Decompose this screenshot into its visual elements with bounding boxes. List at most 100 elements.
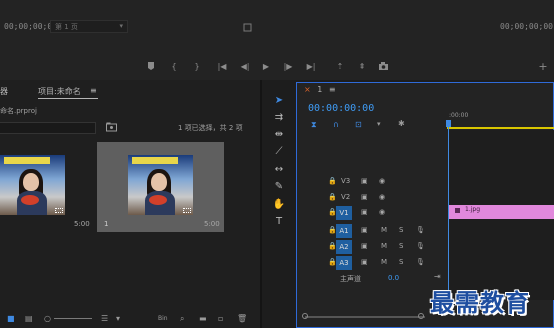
sync-lock-icon[interactable]: ▣ bbox=[361, 258, 368, 266]
sort-icon[interactable]: ☰ bbox=[101, 314, 108, 323]
delete-icon[interactable]: 🗑 bbox=[237, 314, 247, 323]
linked-selection-icon[interactable]: ⊡ bbox=[355, 120, 362, 129]
new-search-bin-icon[interactable] bbox=[106, 122, 117, 132]
tools-panel: ➤ ⇉ ⇹ ⟋ ↔ ✎ ✋ T bbox=[266, 80, 294, 328]
project-clip-item-selected[interactable]: 1 5:00 bbox=[97, 142, 224, 232]
scroll-handle-right[interactable] bbox=[418, 313, 424, 319]
microphone-icon[interactable]: 🎙 bbox=[416, 226, 425, 234]
track-header-a3: 🔒 A3 ▣ M S 🎙 bbox=[297, 255, 554, 271]
timeline-scrollbar[interactable] bbox=[305, 316, 425, 318]
freeform-view-icon[interactable]: ○ bbox=[44, 314, 51, 323]
new-bin-icon[interactable]: ▬ bbox=[199, 314, 207, 323]
mute-button[interactable]: M bbox=[381, 242, 387, 250]
scroll-handle-left[interactable] bbox=[302, 313, 308, 319]
step-back-icon[interactable]: ◀| bbox=[238, 61, 252, 73]
close-icon[interactable]: × bbox=[304, 85, 311, 94]
eye-icon[interactable]: ◉ bbox=[379, 177, 385, 185]
find-icon[interactable]: ⌕ bbox=[180, 314, 184, 324]
search-input[interactable] bbox=[0, 122, 96, 134]
track-header-a2: 🔒 A2 ▣ M S 🎙 bbox=[297, 239, 554, 255]
mute-button[interactable]: M bbox=[381, 226, 387, 234]
work-area-bar[interactable] bbox=[447, 127, 554, 129]
clip-thumbnail bbox=[128, 155, 193, 215]
master-volume-value[interactable]: 0.0 bbox=[388, 274, 399, 282]
microphone-icon[interactable]: 🎙 bbox=[416, 242, 425, 250]
slip-tool-icon[interactable]: ↔ bbox=[272, 163, 286, 177]
eye-icon[interactable]: ◉ bbox=[379, 208, 385, 216]
playhead[interactable] bbox=[446, 120, 451, 127]
clip-duration: 5:00 bbox=[74, 220, 90, 228]
sync-lock-icon[interactable]: ▣ bbox=[361, 193, 368, 201]
tab-effects-fragment[interactable]: 器 bbox=[0, 86, 8, 97]
marker-icon[interactable] bbox=[144, 61, 158, 75]
lock-icon[interactable]: 🔒 bbox=[328, 177, 337, 185]
master-track-label: 主声道 bbox=[340, 275, 361, 283]
sequence-tab[interactable]: × 1 ≡ bbox=[304, 85, 336, 94]
ripple-edit-icon[interactable]: ⇹ bbox=[272, 128, 286, 142]
fit-dropdown-icon[interactable] bbox=[243, 23, 252, 32]
solo-button[interactable]: S bbox=[399, 242, 403, 250]
track-select-icon[interactable]: ⇉ bbox=[272, 111, 286, 125]
ruler-label: :00:00 bbox=[449, 112, 469, 119]
tab-underline bbox=[38, 98, 98, 99]
solo-button[interactable]: S bbox=[399, 226, 403, 234]
sync-lock-icon[interactable]: ▣ bbox=[361, 208, 368, 216]
list-view-icon[interactable]: ■ bbox=[7, 314, 15, 323]
timeline-clip-label: 1.jpg bbox=[465, 206, 481, 213]
go-to-in-icon[interactable]: |◀ bbox=[215, 61, 229, 73]
selection-tool-icon[interactable]: ➤ bbox=[272, 94, 286, 108]
clip-thumbnail bbox=[0, 155, 65, 215]
sync-lock-icon[interactable]: ▣ bbox=[361, 226, 368, 234]
export-frame-icon[interactable] bbox=[376, 61, 390, 75]
track-name[interactable]: A1 bbox=[336, 224, 352, 238]
type-tool-icon[interactable]: T bbox=[272, 215, 286, 229]
step-forward-icon[interactable]: |▶ bbox=[281, 61, 295, 73]
fx-badge-icon bbox=[455, 208, 460, 213]
monitor-timecode-right: 00;00;00;00 bbox=[500, 22, 553, 31]
lock-icon[interactable]: 🔒 bbox=[328, 193, 337, 201]
microphone-icon[interactable]: 🎙 bbox=[416, 258, 425, 266]
out-point-icon[interactable]: } bbox=[190, 61, 204, 73]
nest-icon[interactable]: ⧗ bbox=[311, 120, 317, 130]
panel-menu-icon[interactable]: ≡ bbox=[90, 86, 97, 95]
solo-button[interactable]: S bbox=[399, 258, 403, 266]
clip-duration: 5:00 bbox=[204, 220, 220, 228]
razor-tool-icon[interactable]: ⟋ bbox=[272, 145, 286, 159]
track-name[interactable]: A3 bbox=[336, 256, 352, 270]
lift-icon[interactable]: ⇡ bbox=[333, 61, 347, 73]
add-button[interactable]: + bbox=[536, 61, 550, 73]
track-name[interactable]: V2 bbox=[341, 193, 350, 201]
page-select[interactable]: 第 1 页 ▾ bbox=[50, 20, 128, 33]
project-clip-item[interactable]: 5:00 bbox=[0, 142, 94, 232]
wrench-icon[interactable]: ✱ bbox=[398, 119, 405, 128]
tab-project[interactable]: 项目:未命名 bbox=[38, 86, 81, 97]
go-to-end-icon[interactable]: ⇥ bbox=[434, 272, 441, 281]
sync-lock-icon[interactable]: ▣ bbox=[361, 242, 368, 250]
mute-button[interactable]: M bbox=[381, 258, 387, 266]
pen-tool-icon[interactable]: ✎ bbox=[272, 180, 286, 194]
snap-icon[interactable]: ∩ bbox=[333, 120, 339, 129]
zoom-slider[interactable] bbox=[54, 318, 92, 319]
chevron-down-icon[interactable]: ▾ bbox=[116, 314, 120, 323]
go-to-out-icon[interactable]: ▶| bbox=[304, 61, 318, 73]
add-marker-icon[interactable]: ▾ bbox=[377, 120, 381, 128]
chevron-down-icon: ▾ bbox=[119, 22, 123, 30]
hand-tool-icon[interactable]: ✋ bbox=[272, 198, 286, 212]
icon-view-icon[interactable]: ▤ bbox=[25, 314, 33, 323]
track-name[interactable]: A2 bbox=[336, 240, 352, 254]
track-header-v3: 🔒 V3 ▣ ◉ bbox=[297, 174, 554, 190]
new-item-icon[interactable]: ▫ bbox=[218, 314, 223, 323]
extract-icon[interactable]: ⇞ bbox=[355, 61, 369, 73]
program-monitor bbox=[0, 0, 554, 80]
track-header-a1: 🔒 A1 ▣ M S 🎙 bbox=[297, 223, 554, 239]
track-name[interactable]: V3 bbox=[341, 177, 350, 185]
in-point-icon[interactable]: { bbox=[167, 61, 181, 73]
play-icon[interactable]: ▶ bbox=[259, 61, 273, 73]
timeline-timecode[interactable]: 00:00:00:00 bbox=[308, 103, 374, 114]
eye-icon[interactable]: ◉ bbox=[379, 193, 385, 201]
project-file-name: 命名.prproj bbox=[0, 107, 37, 115]
track-name[interactable]: V1 bbox=[336, 206, 352, 220]
sequence-name: 1 bbox=[317, 85, 323, 94]
panel-menu-icon[interactable]: ≡ bbox=[329, 85, 336, 94]
sync-lock-icon[interactable]: ▣ bbox=[361, 177, 368, 185]
